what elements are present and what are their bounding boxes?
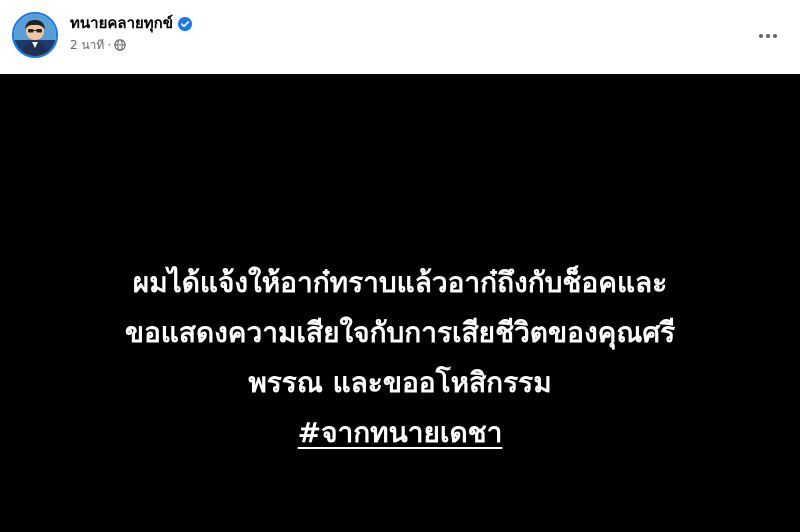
verified-badge-icon [178, 16, 193, 31]
more-options-icon[interactable] [754, 22, 782, 50]
post-header: ทนายคลายทุกข์ 2 นาที · [0, 0, 800, 74]
post-meta: 2 นาที · [70, 36, 126, 54]
lawyer-portrait-avatar-icon [14, 14, 56, 56]
meta-separator: · [107, 38, 112, 52]
facebook-post: ทนายคลายทุกข์ 2 นาที · ผมได้แจ้งให้อาก๋ท… [0, 0, 800, 532]
globe-icon [114, 39, 126, 51]
post-text-line: ขอแสดงความเสียใจกับการเสียชีวิตของคุณศรี [124, 316, 676, 349]
hashtag-link[interactable]: #จากทนายเดชา [298, 416, 503, 449]
more-dot [773, 34, 777, 38]
more-dot [766, 34, 770, 38]
author-avatar[interactable] [12, 12, 58, 58]
author-name[interactable]: ทนายคลายทุกข์ [70, 11, 173, 35]
post-text-background: ผมได้แจ้งให้อาก๋ทราบแล้วอาก๋ถึงกับช็อคแล… [0, 74, 800, 532]
hashtag-line: #จากทนายเดชา [20, 408, 780, 458]
post-text: ผมได้แจ้งให้อาก๋ทราบแล้วอาก๋ถึงกับช็อคแล… [20, 258, 780, 458]
post-text-line: พรรณ และขออโหสิกรรม [248, 366, 552, 399]
more-dot [759, 34, 763, 38]
post-timestamp[interactable]: 2 นาที [70, 36, 104, 55]
post-text-line: ผมได้แจ้งให้อาก๋ทราบแล้วอาก๋ถึงกับช็อคแล… [132, 266, 668, 299]
author-line: ทนายคลายทุกข์ [70, 11, 193, 35]
